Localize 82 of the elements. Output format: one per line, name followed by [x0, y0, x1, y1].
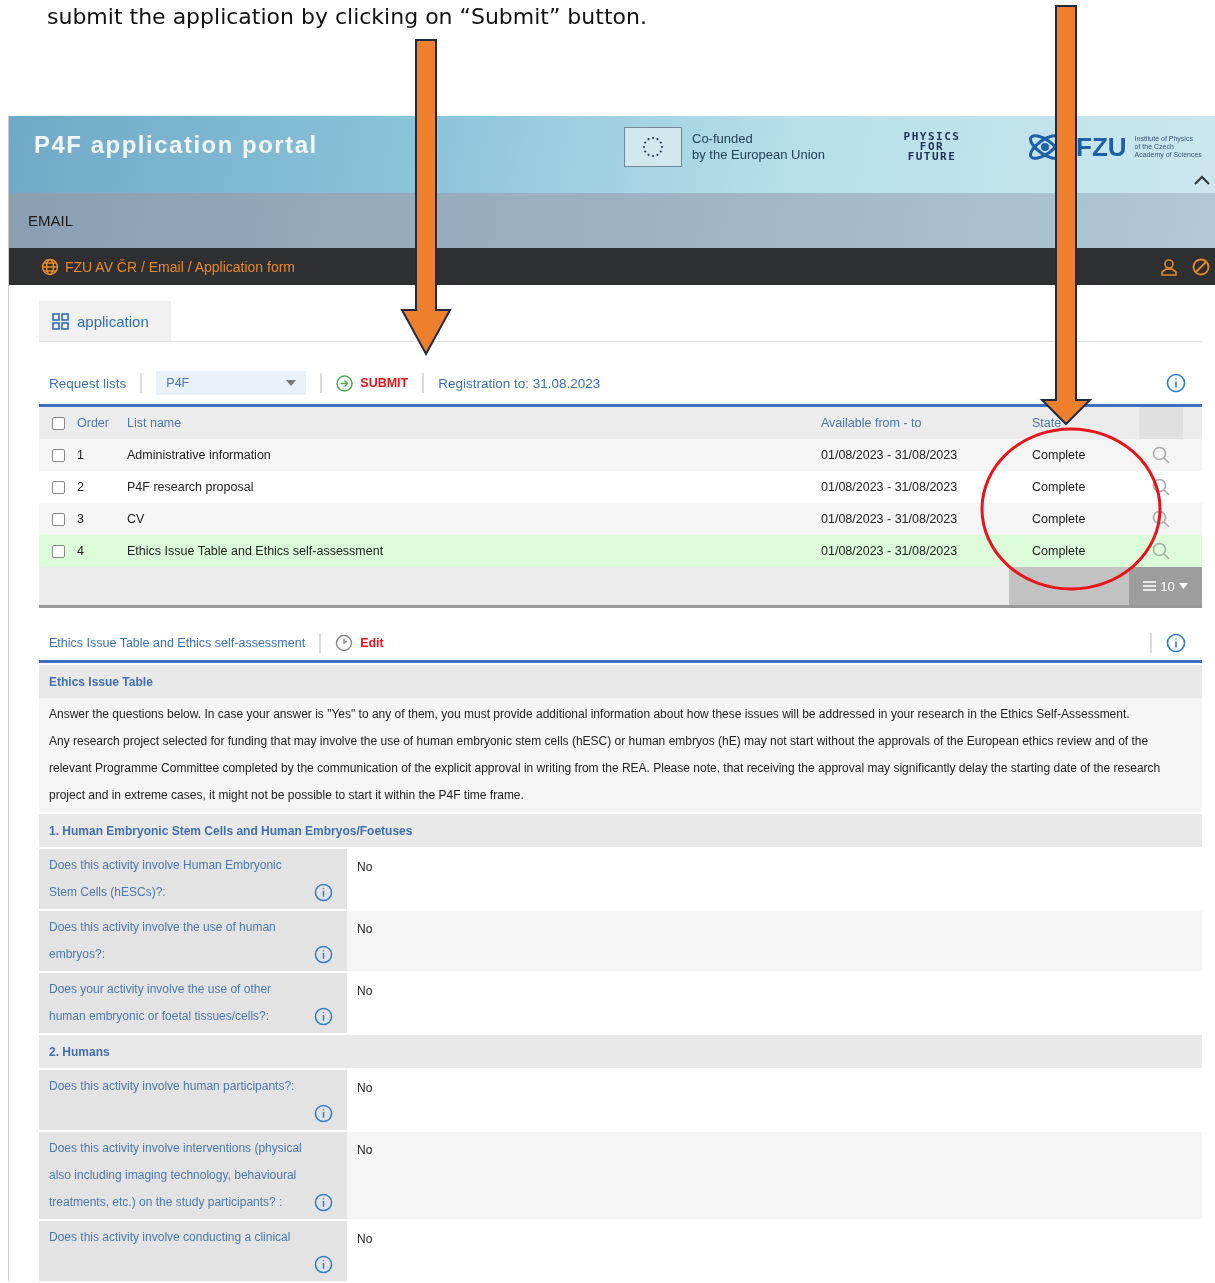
question-text: Does this activity involve human participants?:	[49, 1078, 296, 1095]
instructions-text: Any research project selected for funding that may involve the use of human embryonic stem cells (hESC) or human embryos (hE) may not start without the approvals of the European ethics review and of the relevant Programme Committee completed by the communication of the explicit approval in writing from the REA. Please note, that receiving the approval may significantly delay the starting date of the research project and in extreme cases, it might not be possible to start it within the P4F time frame.	[49, 733, 1162, 804]
question-text: Does this activity involve conducting a clinical	[49, 1229, 292, 1246]
table-row[interactable]: 4 Ethics Issue Table and Ethics self-assessment 01/08/2023 - 31/08/2023 Complete	[39, 535, 1202, 567]
table-cell-text: 01/08/2023 - 31/08/2023	[821, 480, 959, 494]
info-icon[interactable]	[314, 1193, 333, 1212]
search-icon[interactable]	[1152, 542, 1170, 560]
column-header[interactable]: Order	[77, 416, 127, 430]
section-heading: 1. Human Embryonic Stem Cells and Human Embryos/Foetuses	[39, 814, 1202, 847]
clock-icon	[335, 634, 354, 652]
section-heading: Ethics Issue Table	[39, 665, 1202, 698]
table-cell-text: P4F research proposal	[127, 480, 255, 494]
table-cell-text: Administrative information	[127, 448, 272, 462]
info-icon[interactable]	[1166, 373, 1186, 393]
table-cell-text: Complete	[1032, 544, 1087, 558]
answer-value: No	[357, 1143, 373, 1157]
question-text: Does this activity involve Human Embryonic Stem Cells (hESCs)?:	[49, 857, 283, 901]
portal-title: P4F application portal	[34, 130, 319, 159]
caption-text: submit the application by clicking on “Submit” button.	[46, 3, 648, 31]
cofunded-text: Co-funded by the European Union	[692, 131, 826, 163]
answer-value: No	[357, 984, 373, 998]
request-lists-link[interactable]: Request lists	[49, 375, 127, 391]
table-cell-text: Complete	[1032, 512, 1087, 526]
table-cell-text: 01/08/2023 - 31/08/2023	[821, 512, 959, 526]
answer-value: No	[357, 860, 373, 874]
info-icon[interactable]	[314, 1007, 333, 1026]
list-select[interactable]: P4F	[156, 371, 307, 395]
table-cell-text: 4	[77, 544, 85, 558]
collapse-chevron-icon[interactable]	[1194, 175, 1210, 185]
column-header[interactable]: State	[1032, 416, 1139, 430]
search-icon[interactable]	[1152, 478, 1170, 496]
table-cell-text: 1	[77, 448, 85, 462]
physics-logo: PHYSICS FOR FUTURE	[902, 132, 962, 162]
info-icon[interactable]	[314, 883, 333, 902]
answer-value: No	[357, 1232, 373, 1246]
section-heading: 2. Humans	[39, 1035, 1202, 1068]
column-header[interactable]: List name	[127, 416, 821, 430]
info-icon[interactable]	[1166, 633, 1186, 653]
table-cell-text: Complete	[1032, 448, 1087, 462]
row-checkbox[interactable]	[51, 512, 65, 526]
info-icon[interactable]	[314, 1255, 333, 1274]
arrow-circle-icon	[336, 374, 354, 392]
info-icon[interactable]	[314, 1104, 333, 1123]
breadcrumb[interactable]: FZU AV ČR / Email / Application form	[65, 258, 296, 275]
application-tab[interactable]: application	[39, 301, 171, 341]
page-size-dropdown[interactable]: 10	[1129, 567, 1202, 605]
table-cell-text: Complete	[1032, 480, 1087, 494]
question-text: Does this activity involve interventions (physical also including imaging technology, behavioural treatments, etc.) on the study participants? :	[49, 1140, 303, 1211]
select-all-checkbox[interactable]	[51, 416, 65, 430]
list-icon	[1143, 581, 1157, 591]
row-checkbox[interactable]	[51, 448, 65, 462]
table-cell-text: Ethics Issue Table and Ethics self-assessment	[127, 544, 385, 558]
instructions-text: Answer the questions below. In case your answer is "Yes" to any of them, you must provide additional information about how these issues will be addressed in your research in the Ethics Self-Assessment.	[49, 706, 1131, 723]
table-cell-text: 3	[77, 512, 85, 526]
edit-button[interactable]: Edit	[335, 634, 384, 652]
search-icon[interactable]	[1152, 510, 1170, 528]
table-cell-text: 01/08/2023 - 31/08/2023	[821, 544, 959, 558]
grid-icon	[52, 312, 69, 330]
user-icon[interactable]	[1160, 257, 1178, 276]
table-cell-text: CV	[127, 512, 146, 526]
question-text: Does this activity involve the use of human embryos?:	[49, 919, 277, 963]
fzu-logo-text: FZU	[1076, 131, 1127, 163]
table-cell-text: 2	[77, 480, 85, 494]
answer-value: No	[357, 1081, 373, 1095]
detail-title: Ethics Issue Table and Ethics self-assessment	[49, 636, 306, 650]
answer-value: No	[357, 922, 373, 936]
row-checkbox[interactable]	[51, 480, 65, 494]
table-row[interactable]: 1 Administrative information 01/08/2023 - 31/08/2023 Complete	[39, 439, 1202, 471]
section-label: EMAIL	[28, 212, 73, 229]
search-icon[interactable]	[1152, 446, 1170, 464]
question-text: Does your activity involve the use of other human embryonic or foetal tissues/cells?:	[49, 981, 273, 1025]
submit-button[interactable]: SUBMIT	[336, 374, 409, 392]
globe-icon	[41, 257, 59, 276]
eu-flag-icon	[624, 127, 682, 167]
table-cell-text: 01/08/2023 - 31/08/2023	[821, 448, 959, 462]
info-icon[interactable]	[314, 945, 333, 964]
registration-deadline: Registration to: 31.08.2023	[438, 375, 601, 391]
caret-icon	[1178, 583, 1188, 589]
column-header[interactable]: Available from - to	[821, 416, 1032, 430]
caret-icon	[286, 380, 297, 386]
table-row[interactable]: 3 CV 01/08/2023 - 31/08/2023 Complete	[39, 503, 1202, 535]
row-checkbox[interactable]	[51, 544, 65, 558]
